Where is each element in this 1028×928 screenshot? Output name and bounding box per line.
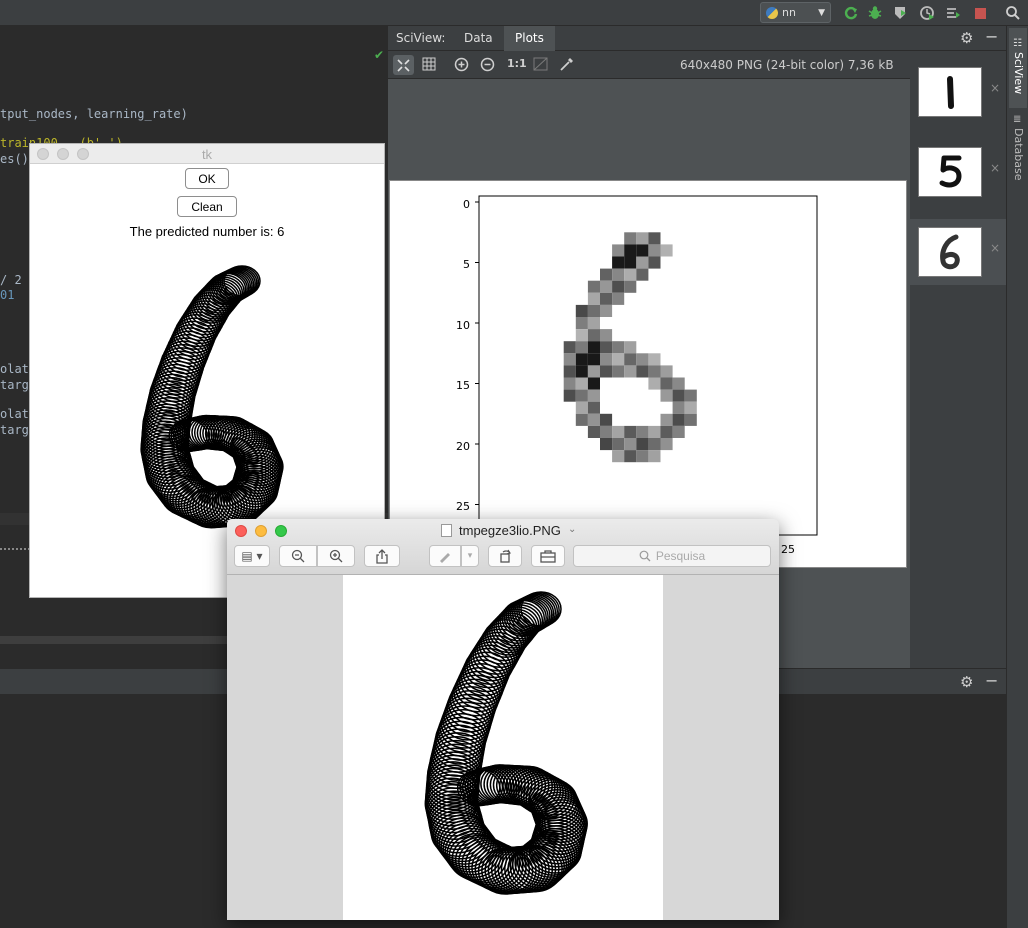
thumbnail-image xyxy=(918,147,982,197)
search-field[interactable]: Pesquisa xyxy=(573,545,771,567)
fit-to-window-icon[interactable] xyxy=(393,55,414,75)
grid-icon[interactable] xyxy=(422,57,436,74)
profile-icon[interactable] xyxy=(918,4,936,22)
zoom-out-button[interactable] xyxy=(279,545,317,567)
run-with-coverage-icon[interactable] xyxy=(891,4,909,22)
image-content xyxy=(424,591,588,895)
search-icon xyxy=(639,550,651,562)
preview-filename: tmpegze3lio.PNG xyxy=(459,523,561,538)
debug-icon[interactable] xyxy=(866,4,884,22)
share-icon xyxy=(376,548,388,564)
run-configuration-label: nn xyxy=(782,6,796,19)
y-tick-label: 20 xyxy=(456,440,470,453)
tab-data[interactable]: Data xyxy=(454,26,503,51)
minimize-icon[interactable] xyxy=(255,525,267,537)
zoom-in-icon[interactable] xyxy=(454,57,469,75)
y-tick-label: 5 xyxy=(463,258,470,271)
side-tab-sciview[interactable]: ☷ SciView xyxy=(1009,28,1027,108)
python-icon xyxy=(766,6,778,19)
side-tab-database-label: Database xyxy=(1012,128,1025,181)
markup-menu-button[interactable]: ▾ xyxy=(461,545,479,567)
code-line: 01 xyxy=(0,288,15,302)
chevron-down-icon[interactable]: ⌄ xyxy=(568,524,576,535)
sidebar-icon: ▤ ▾ xyxy=(241,549,263,563)
close-thumbnail-icon[interactable]: × xyxy=(990,161,1000,175)
stop-icon[interactable] xyxy=(971,4,989,22)
png-file-icon xyxy=(441,524,452,537)
sciview-header: SciView: Data Plots ⚙ − xyxy=(388,26,1006,51)
chevron-down-icon: ▼ xyxy=(818,7,825,18)
database-icon: ≣ xyxy=(1013,114,1022,125)
sciview-title: SciView: xyxy=(396,31,446,45)
right-tool-strip: ☷ SciView ≣ Database xyxy=(1006,26,1028,928)
run-configuration-select[interactable]: nn ▼ xyxy=(760,2,831,23)
digit-heatmap-plot: 0 5 10 15 20 25 25 xyxy=(456,195,818,556)
plot-image: 0 5 10 15 20 25 25 xyxy=(389,180,907,568)
close-thumbnail-icon[interactable]: × xyxy=(990,81,1000,95)
thumbnail-image xyxy=(918,227,982,277)
code-line: / 2 xyxy=(0,273,22,287)
zoom-out-icon[interactable] xyxy=(480,57,495,75)
image-info-label: 640x480 PNG (24-bit color) 7,36 kB xyxy=(680,58,894,72)
sciview-tab-icon: ☷ xyxy=(1013,38,1022,49)
y-tick-label: 0 xyxy=(463,198,470,211)
image-toolbar: 1:1 640x480 PNG (24-bit color) 7,36 kB xyxy=(388,51,910,79)
side-tab-sciview-label: SciView xyxy=(1012,52,1025,95)
search-everywhere-icon[interactable] xyxy=(1004,4,1022,22)
share-button[interactable] xyxy=(364,545,400,567)
search-placeholder: Pesquisa xyxy=(655,549,706,563)
plot-thumbnail[interactable]: × xyxy=(910,139,1006,205)
editor-dotted-divider xyxy=(0,548,30,550)
prediction-label: The predicted number is: 6 xyxy=(129,224,285,239)
zoom-icon[interactable] xyxy=(275,525,287,537)
ide-toolbar: nn ▼ xyxy=(0,0,1028,26)
pen-icon xyxy=(440,553,450,563)
minimize-icon[interactable]: − xyxy=(985,671,998,690)
background-toggle-icon[interactable] xyxy=(533,57,548,74)
preview-titlebar[interactable]: tmpegze3lio.PNG ⌄ ▤ ▾ ▾ Pesquisa xyxy=(227,519,779,575)
tk-titlebar[interactable]: tk xyxy=(30,144,384,164)
toolbox-icon xyxy=(540,550,556,563)
zoom-in-icon xyxy=(329,549,343,563)
preview-image xyxy=(343,575,663,920)
side-tab-database[interactable]: ≣ Database xyxy=(1009,112,1027,192)
rotate-icon xyxy=(500,549,511,563)
plot-thumbnails-panel: × × × xyxy=(910,51,1006,668)
gear-icon[interactable]: ⚙ xyxy=(960,29,973,47)
plot-thumbnail[interactable]: × xyxy=(910,59,1006,125)
code-line: tput_nodes, learning_rate) xyxy=(0,107,188,121)
thumbnail-image xyxy=(918,67,982,117)
rotate-button[interactable] xyxy=(488,545,522,567)
zoom-in-button[interactable] xyxy=(317,545,355,567)
y-tick-label: 15 xyxy=(456,379,470,392)
y-tick-label: 25 xyxy=(456,500,470,513)
sidebar-toggle-button[interactable]: ▤ ▾ xyxy=(234,545,270,567)
actual-size-button[interactable]: 1:1 xyxy=(507,57,527,70)
inspection-ok-icon: ✔ xyxy=(374,48,385,62)
y-tick-label: 10 xyxy=(456,319,470,332)
toolbox-button[interactable] xyxy=(531,545,565,567)
markup-button[interactable] xyxy=(429,545,461,567)
preview-window: tmpegze3lio.PNG ⌄ ▤ ▾ ▾ Pesquisa xyxy=(227,519,779,920)
plot-thumbnail[interactable]: × xyxy=(910,219,1006,285)
handwritten-six-strokes xyxy=(424,591,588,895)
tab-plots[interactable]: Plots xyxy=(504,26,555,51)
ok-button[interactable]: OK xyxy=(185,168,229,189)
gear-icon[interactable]: ⚙ xyxy=(960,673,973,691)
code-line: es() xyxy=(0,152,29,166)
zoom-out-icon xyxy=(291,549,305,563)
minimize-icon[interactable]: − xyxy=(985,27,998,46)
rerun-icon[interactable] xyxy=(842,4,860,22)
run-concurrency-icon[interactable] xyxy=(944,4,962,22)
close-thumbnail-icon[interactable]: × xyxy=(990,241,1000,255)
x-tick-label: 25 xyxy=(781,543,795,556)
code-line: targ xyxy=(0,423,29,437)
handwritten-six-strokes xyxy=(140,265,284,529)
chevron-down-icon: ▾ xyxy=(467,551,473,561)
color-picker-icon[interactable] xyxy=(559,57,574,75)
close-icon[interactable] xyxy=(235,525,247,537)
tk-window-title: tk xyxy=(201,147,213,162)
clean-button[interactable]: Clean xyxy=(177,196,237,217)
